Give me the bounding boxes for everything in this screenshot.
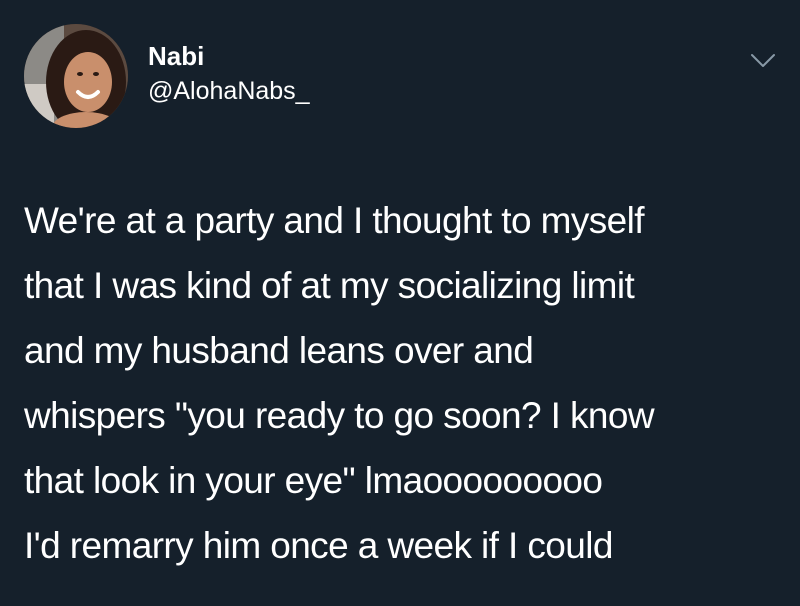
tweet-text-line: that I was kind of at my socializing lim…: [24, 265, 635, 306]
tweet-text-line: I'd remarry him once a week if I could: [24, 525, 613, 566]
avatar[interactable]: [24, 24, 128, 128]
tweet-text-line: and my husband leans over and: [24, 330, 534, 371]
tweet-text-line: We're at a party and I thought to myself: [24, 200, 645, 241]
tweet-text-line: whispers "you ready to go soon? I know: [24, 395, 655, 436]
tweet-text: We're at a party and I thought to myself…: [24, 188, 784, 578]
chevron-down-icon[interactable]: [750, 52, 776, 70]
profile-photo-icon: [24, 24, 128, 128]
tweet-card: Nabi @AlohaNabs_ We're at a party and I …: [0, 0, 800, 606]
tweet-text-line: that look in your eye" lmaooooooooo: [24, 460, 603, 501]
user-names: Nabi @AlohaNabs_: [148, 40, 310, 108]
user-handle[interactable]: @AlohaNabs_: [148, 74, 310, 108]
display-name[interactable]: Nabi: [148, 40, 310, 72]
tweet-header: Nabi @AlohaNabs_: [20, 22, 780, 132]
